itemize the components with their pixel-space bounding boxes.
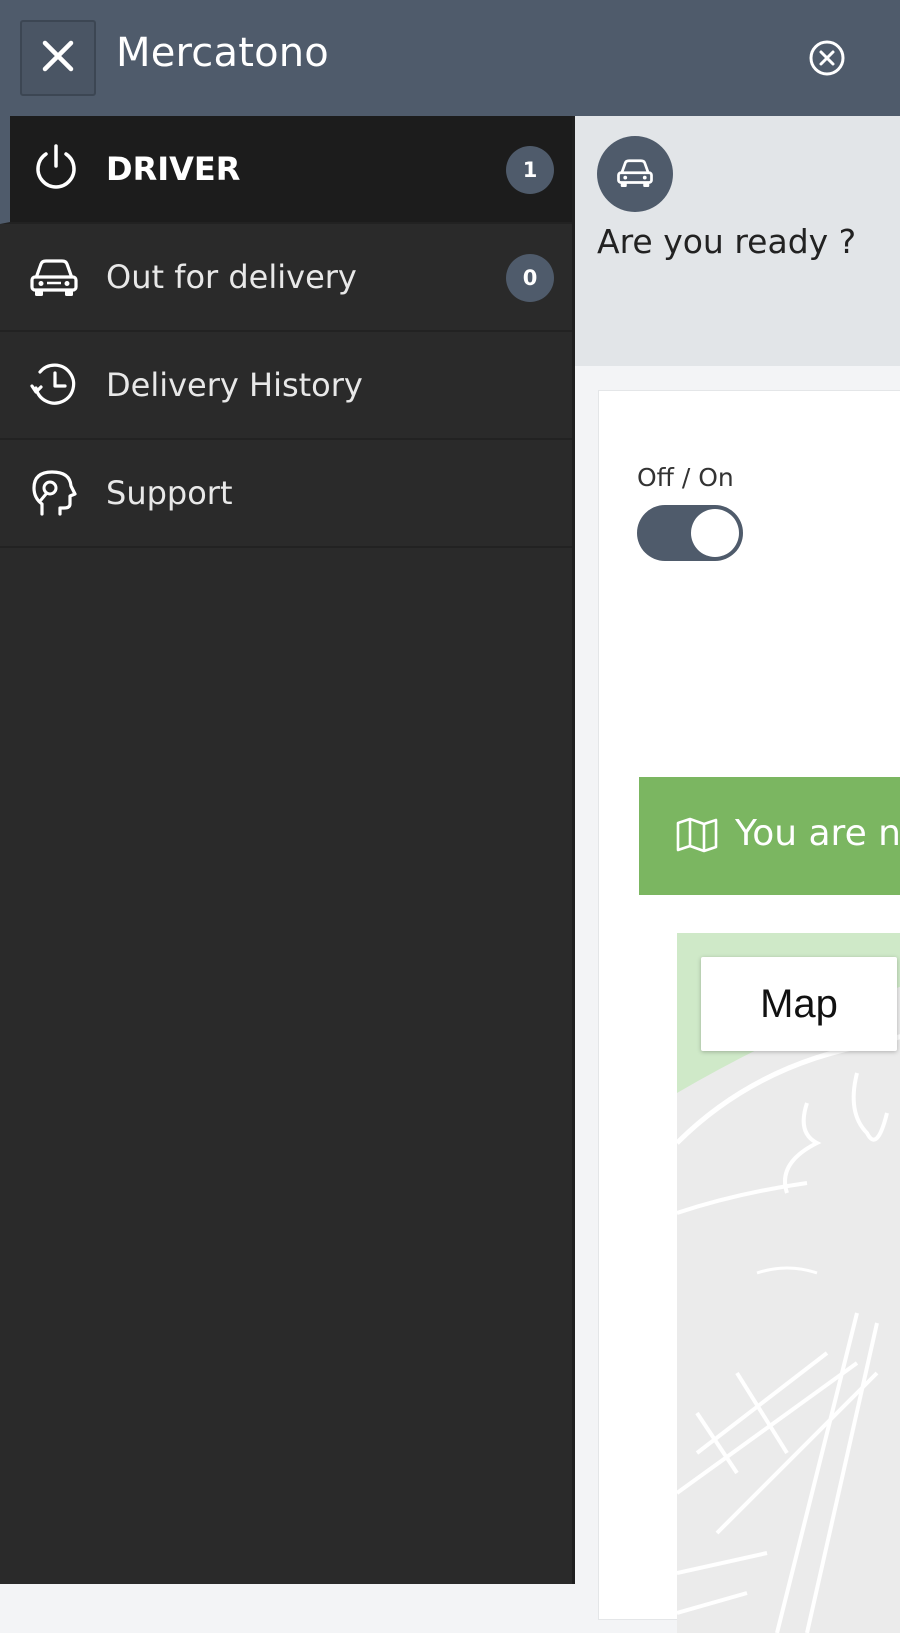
history-icon: [26, 356, 82, 412]
status-header: Are you ready ?: [575, 116, 900, 366]
toggle-label: Off / On: [637, 463, 734, 492]
ready-question: Are you ready ?: [597, 222, 857, 261]
sidebar-item-label: Out for delivery: [106, 258, 357, 296]
alert-text: You are n: [735, 813, 900, 854]
count-badge: 0: [506, 254, 554, 302]
support-icon: [26, 464, 82, 520]
availability-toggle[interactable]: [637, 505, 743, 561]
power-icon: [28, 140, 84, 196]
count-badge: 1: [506, 146, 554, 194]
sidebar-item-support[interactable]: Support: [0, 440, 572, 548]
car-icon: [26, 248, 82, 304]
app-title: Mercatono: [116, 30, 329, 76]
sidebar-item-out-for-delivery[interactable]: Out for delivery 0: [0, 224, 572, 332]
map-icon: [675, 817, 719, 853]
sidebar-item-label: DRIVER: [106, 150, 241, 188]
side-menu: DRIVER 1 Out for delivery 0 Delivery His…: [0, 116, 575, 1584]
sidebar-item-label: Delivery History: [106, 366, 363, 404]
close-menu-button[interactable]: [20, 20, 96, 96]
avatar: [597, 136, 673, 212]
app-header: Mercatono: [0, 0, 900, 116]
sidebar-item-label: Support: [106, 474, 233, 512]
driver-card: Off / On You are n Map: [598, 390, 900, 1633]
car-icon: [614, 151, 656, 197]
sidebar-item-delivery-history[interactable]: Delivery History: [0, 332, 572, 440]
status-alert: You are n: [639, 777, 900, 895]
close-icon: [41, 39, 75, 77]
map-type-button[interactable]: Map: [701, 957, 897, 1051]
toggle-knob: [691, 509, 739, 557]
map-view[interactable]: Map: [677, 933, 900, 1633]
sidebar-item-driver[interactable]: DRIVER 1: [0, 116, 572, 224]
circle-close-icon[interactable]: [808, 39, 846, 77]
